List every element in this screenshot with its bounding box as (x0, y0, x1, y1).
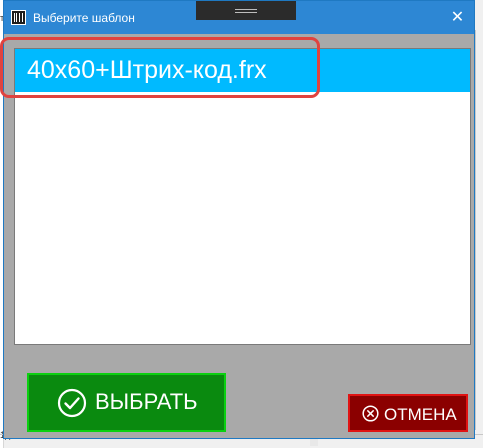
close-button[interactable]: ✕ (441, 1, 474, 34)
check-circle-icon (57, 388, 87, 418)
cancel-button[interactable]: ОТМЕНА (348, 394, 468, 432)
window-title: Выберите шаблон (33, 11, 135, 25)
barcode-app-icon (11, 10, 26, 25)
annotation-highlight (0, 37, 320, 98)
background-divider (475, 30, 476, 430)
x-circle-icon (362, 405, 379, 422)
select-button[interactable]: ВЫБРАТЬ (27, 373, 226, 432)
drag-grip-handle[interactable] (196, 1, 296, 20)
select-button-label: ВЫБРАТЬ (95, 389, 198, 414)
cancel-button-label: ОТМЕНА (384, 405, 457, 424)
